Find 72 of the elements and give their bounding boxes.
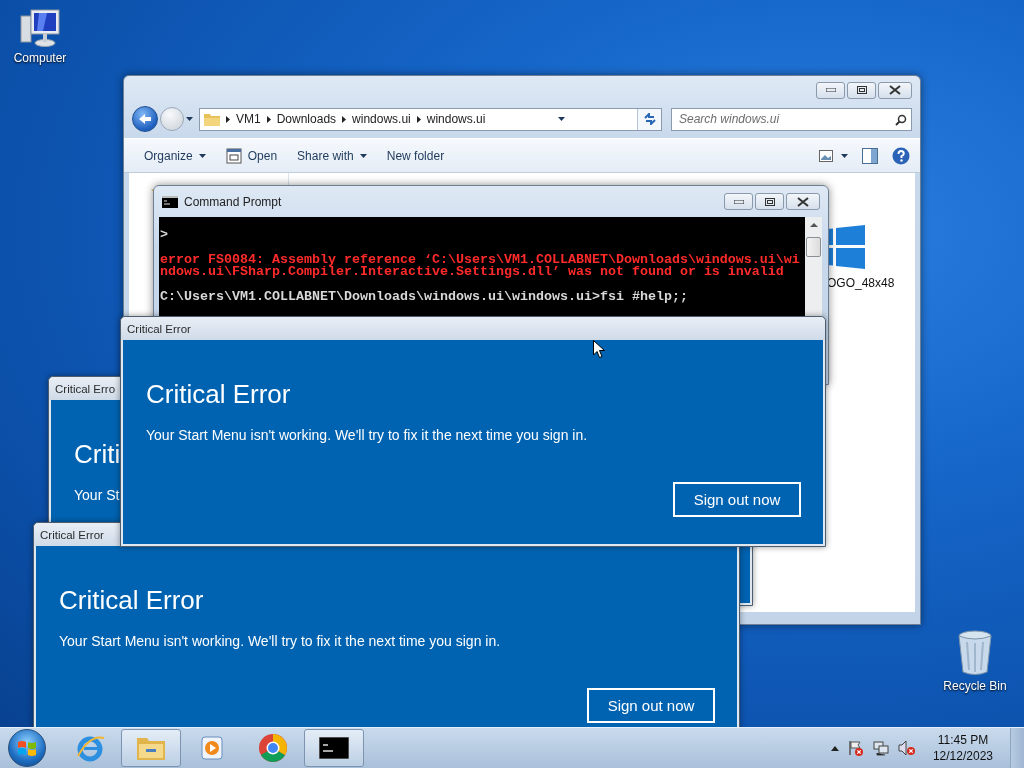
breadcrumb-arrow-icon [342,115,347,123]
preview-pane-icon[interactable] [862,147,878,164]
refresh-button[interactable] [637,108,661,130]
window-icon [225,147,242,164]
show-hidden-icons-icon[interactable] [830,745,839,751]
sign-out-button[interactable]: Sign out now [587,688,715,723]
close-icon [889,85,901,95]
caret-icon [198,153,206,158]
maximize-button[interactable] [755,193,784,210]
folder-icon [204,112,220,126]
media-player-icon [199,735,225,761]
breadcrumb-arrow-icon [266,115,271,123]
start-button[interactable] [8,729,46,767]
window-title: Command Prompt [184,194,282,209]
speaker-muted-icon[interactable] [897,740,916,756]
maximize-icon [856,86,867,94]
flag-icon[interactable] [847,740,864,756]
close-icon [797,196,809,207]
address-bar[interactable]: VM1 Downloads windows.ui windows.ui [199,107,662,131]
scroll-up-icon[interactable] [809,223,818,227]
history-caret-icon [186,117,193,121]
desktop-icon-label[interactable]: Recycle Bin [943,679,1007,693]
help-icon[interactable] [892,146,910,165]
sign-out-button[interactable]: Sign out now [673,482,801,517]
console-icon [162,195,178,208]
view-caret-icon [841,153,848,158]
refresh-icon [642,113,657,125]
dialog-title: Critical Erro [55,382,116,395]
breadcrumb-item[interactable]: VM1 [236,112,261,126]
dialog-heading: Critical Error [59,584,204,616]
dialog-message: Your Start Menu isn't working. We'll try to fix it the next time you sign in. [146,426,588,445]
caret-icon [359,153,367,158]
folder-icon [136,735,166,761]
taskbar-button[interactable] [304,729,364,767]
breadcrumb-item[interactable]: windows.ui [352,112,411,126]
toolbar-button[interactable]: Organize [136,144,214,167]
network-icon[interactable] [872,740,889,756]
maximize-button[interactable] [847,81,876,99]
back-button[interactable] [132,106,158,132]
console-icon [319,737,349,759]
close-button[interactable] [786,193,820,210]
scroll-thumb[interactable] [806,237,821,257]
breadcrumb-arrow-icon [226,115,230,123]
computer-icon [19,8,61,48]
dialog-heading: Criti [74,438,121,470]
breadcrumb-arrow-icon [416,115,421,123]
recycle-bin-icon [957,630,993,676]
breadcrumb-item[interactable]: Downloads [276,112,337,126]
browser-icon [258,733,288,763]
minimize-icon [733,199,744,204]
dropdown-caret-icon [557,117,565,121]
mouse-pointer-icon [593,340,605,359]
windows-logo-icon [827,225,865,269]
view-icon[interactable] [819,149,833,162]
minimize-icon [825,88,836,92]
dialog-message: Your Start Menu isn't working. We'll try to fix it the next time you sign in. [59,632,501,651]
dialog-message: Your St [74,486,120,505]
back-arrow-icon [138,113,152,125]
search-icon [895,113,907,126]
desktop-icon-label[interactable]: Computer [13,51,67,65]
clock[interactable]: 11:45 PM 12/12/2023 [924,732,1001,764]
toolbar-button[interactable]: Open [217,143,286,168]
windows-flag-icon [17,739,37,757]
toolbar-button[interactable]: New folder [378,144,453,167]
close-button[interactable] [878,81,912,99]
search-field[interactable]: Search windows.ui [671,107,912,131]
toolbar-button[interactable]: Share with [289,144,375,167]
maximize-icon [764,197,775,206]
file-name: OGO_48x48 [827,276,895,290]
breadcrumb-item[interactable]: windows.ui [426,112,486,126]
browser-icon [75,734,105,762]
dialog-title: Critical Error [40,528,104,541]
